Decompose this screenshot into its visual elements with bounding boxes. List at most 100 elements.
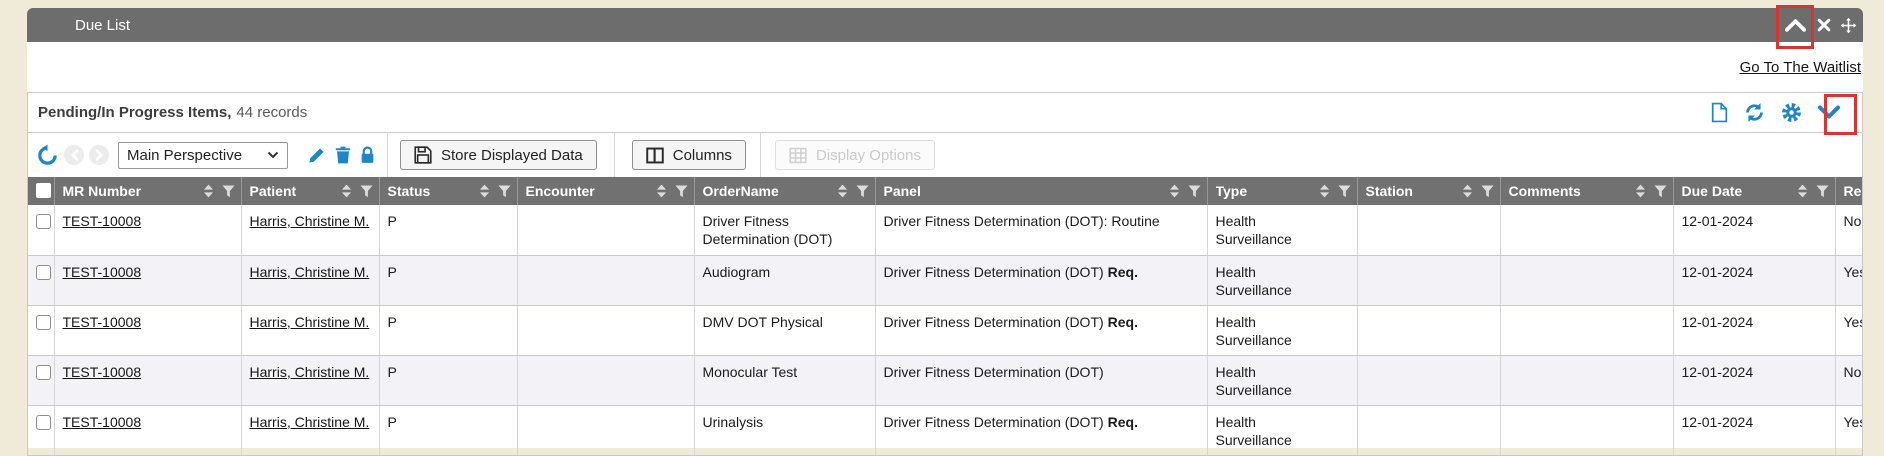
filter-icon[interactable] bbox=[222, 185, 235, 198]
col-header-mr-number[interactable]: MR Number bbox=[54, 177, 241, 205]
reset-icon[interactable] bbox=[36, 144, 59, 167]
next-perspective-icon[interactable] bbox=[89, 145, 109, 165]
settings-gear-icon[interactable] bbox=[1781, 102, 1802, 123]
save-floppy-icon bbox=[414, 146, 432, 164]
col-label: Type bbox=[1216, 183, 1248, 199]
waitlist-link[interactable]: Go To The Waitlist bbox=[1740, 59, 1861, 76]
col-header-panel[interactable]: Panel bbox=[875, 177, 1207, 205]
row-select-cell bbox=[28, 305, 54, 355]
mr-number-link[interactable]: TEST-10008 bbox=[63, 314, 142, 330]
patient-cell: Harris, Christine M. bbox=[241, 355, 379, 405]
sort-icon[interactable] bbox=[341, 184, 352, 198]
station-cell bbox=[1357, 255, 1500, 305]
lock-icon[interactable] bbox=[360, 145, 375, 165]
req-cell: Yes bbox=[1835, 255, 1862, 305]
prev-perspective-icon[interactable] bbox=[64, 145, 84, 165]
filter-icon[interactable] bbox=[856, 185, 869, 198]
col-header-comments[interactable]: Comments bbox=[1500, 177, 1673, 205]
col-header-status[interactable]: Status bbox=[379, 177, 517, 205]
select-all-checkbox[interactable] bbox=[36, 183, 51, 198]
status-cell: P bbox=[379, 305, 517, 355]
col-header-due-date[interactable]: Due Date bbox=[1673, 177, 1835, 205]
filter-icon[interactable] bbox=[1481, 185, 1494, 198]
comments-cell bbox=[1500, 205, 1673, 255]
patient-link[interactable]: Harris, Christine M. bbox=[250, 364, 370, 380]
sort-icon[interactable] bbox=[1635, 184, 1646, 198]
filter-icon[interactable] bbox=[360, 185, 373, 198]
col-header-ordername[interactable]: OrderName bbox=[694, 177, 875, 205]
sort-icon[interactable] bbox=[1319, 184, 1330, 198]
row-checkbox[interactable] bbox=[36, 365, 51, 380]
due-date-cell: 12-01-2024 bbox=[1673, 355, 1835, 405]
col-header-patient[interactable]: Patient bbox=[241, 177, 379, 205]
mr-number-link[interactable]: TEST-10008 bbox=[63, 213, 142, 229]
row-checkbox[interactable] bbox=[36, 265, 51, 280]
sort-icon[interactable] bbox=[1797, 184, 1808, 198]
screen: { "window": { "title": "Due List" }, "ti… bbox=[0, 0, 1884, 448]
col-header-station[interactable]: Station bbox=[1357, 177, 1500, 205]
delete-trash-icon[interactable] bbox=[335, 145, 351, 165]
perspective-select[interactable]: Main Perspective bbox=[118, 142, 288, 169]
col-label: Patient bbox=[250, 183, 297, 199]
filter-icon[interactable] bbox=[498, 185, 511, 198]
req-cell: No bbox=[1835, 355, 1862, 405]
panel-text: Driver Fitness Determination (DOT) bbox=[884, 414, 1104, 430]
sort-icon[interactable] bbox=[837, 184, 848, 198]
patient-link[interactable]: Harris, Christine M. bbox=[250, 264, 370, 280]
sort-icon[interactable] bbox=[203, 184, 214, 198]
filter-icon[interactable] bbox=[675, 185, 688, 198]
sort-icon[interactable] bbox=[1462, 184, 1473, 198]
table-row: TEST-10008 Harris, Christine M. P DMV DO… bbox=[28, 305, 1862, 355]
sort-icon[interactable] bbox=[1169, 184, 1180, 198]
patient-link[interactable]: Harris, Christine M. bbox=[250, 414, 370, 430]
display-options-button[interactable]: Display Options bbox=[775, 140, 935, 170]
columns-button-label: Columns bbox=[673, 147, 732, 164]
row-checkbox[interactable] bbox=[36, 214, 51, 229]
filter-icon[interactable] bbox=[1654, 185, 1667, 198]
status-cell: P bbox=[379, 205, 517, 255]
pending-items-panel: Pending/In Progress Items, 44 records bbox=[27, 92, 1863, 456]
col-header-req[interactable]: Req bbox=[1835, 177, 1862, 205]
sort-icon[interactable] bbox=[656, 184, 667, 198]
move-icon[interactable] bbox=[1839, 8, 1857, 42]
col-header-encounter[interactable]: Encounter bbox=[517, 177, 694, 205]
mr-number-link[interactable]: TEST-10008 bbox=[63, 364, 142, 380]
panel-text: Driver Fitness Determination (DOT) bbox=[884, 364, 1104, 380]
col-label: Encounter bbox=[526, 183, 595, 199]
patient-link[interactable]: Harris, Christine M. bbox=[250, 213, 370, 229]
sort-icon[interactable] bbox=[479, 184, 490, 198]
station-cell bbox=[1357, 355, 1500, 405]
new-document-icon[interactable] bbox=[1711, 102, 1728, 123]
panel-text: Driver Fitness Determination (DOT) bbox=[884, 264, 1104, 280]
collapse-chevron-up-icon[interactable] bbox=[1783, 8, 1807, 42]
ordername-cell: Monocular Test bbox=[694, 355, 875, 405]
col-header-type[interactable]: Type bbox=[1207, 177, 1357, 205]
filter-icon[interactable] bbox=[1816, 185, 1829, 198]
col-label: Station bbox=[1366, 183, 1413, 199]
edit-pencil-icon[interactable] bbox=[307, 146, 326, 165]
comments-cell bbox=[1500, 255, 1673, 305]
ordername-cell: Audiogram bbox=[694, 255, 875, 305]
row-checkbox[interactable] bbox=[36, 415, 51, 430]
display-options-label: Display Options bbox=[816, 147, 921, 164]
type-text: Health Surveillance bbox=[1216, 363, 1311, 400]
panel-header: Pending/In Progress Items, 44 records bbox=[28, 93, 1862, 133]
close-icon[interactable] bbox=[1816, 8, 1832, 42]
panel-req-flag: Req. bbox=[1108, 264, 1138, 280]
filter-icon[interactable] bbox=[1188, 185, 1201, 198]
due-list-table: MR Number Patient Status Encounter Order… bbox=[28, 177, 1862, 456]
patient-link[interactable]: Harris, Christine M. bbox=[250, 314, 370, 330]
panel-cell: Driver Fitness Determination (DOT)Req. bbox=[875, 305, 1207, 355]
row-checkbox[interactable] bbox=[36, 315, 51, 330]
mr-number-link[interactable]: TEST-10008 bbox=[63, 414, 142, 430]
store-displayed-data-button[interactable]: Store Displayed Data bbox=[400, 140, 597, 170]
expand-chevron-down-icon[interactable] bbox=[1818, 105, 1840, 120]
encounter-cell bbox=[517, 305, 694, 355]
filter-icon[interactable] bbox=[1338, 185, 1351, 198]
columns-button[interactable]: Columns bbox=[632, 140, 746, 170]
refresh-icon[interactable] bbox=[1744, 102, 1765, 123]
col-label: Comments bbox=[1509, 183, 1581, 199]
encounter-cell bbox=[517, 355, 694, 405]
mr-number-link[interactable]: TEST-10008 bbox=[63, 264, 142, 280]
table-row: TEST-10008 Harris, Christine M. P Audiog… bbox=[28, 255, 1862, 305]
